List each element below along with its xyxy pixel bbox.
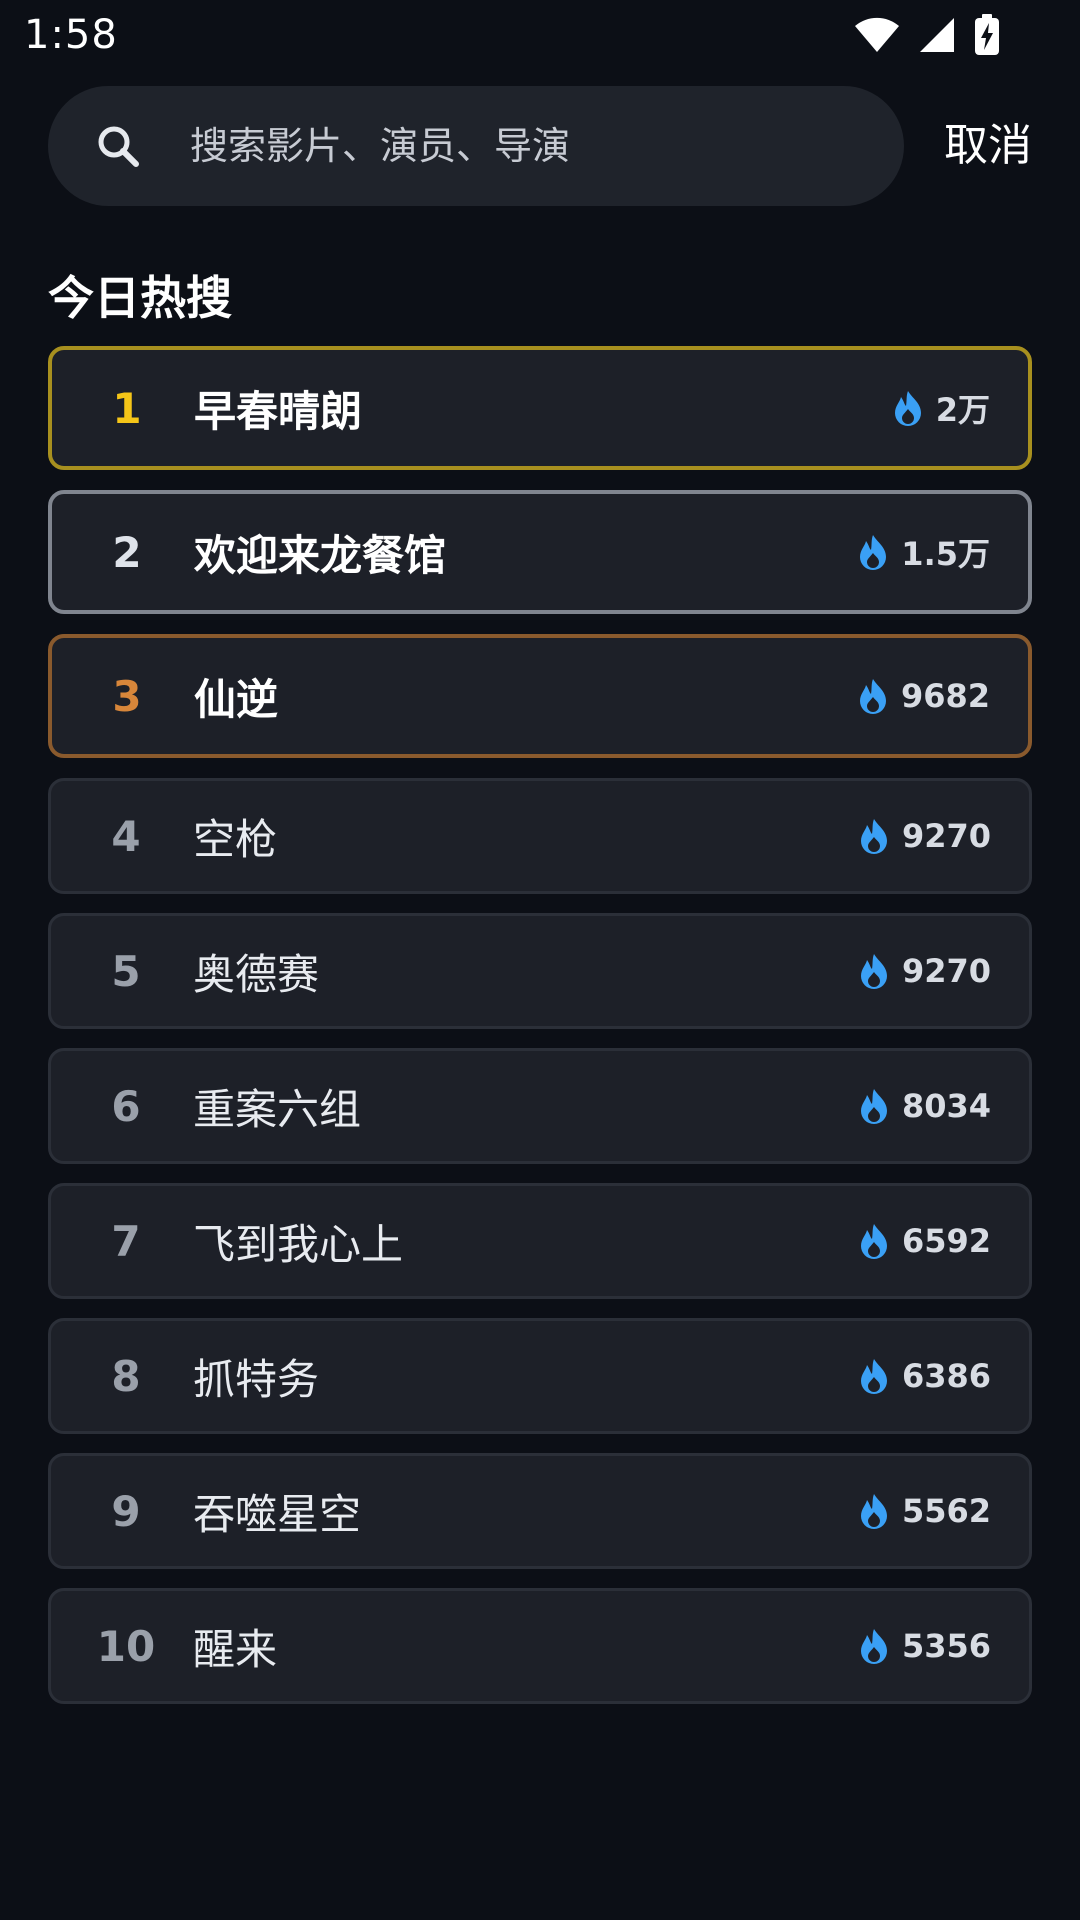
heat-value: 9682 bbox=[900, 677, 990, 715]
rank-number: 7 bbox=[111, 1216, 141, 1266]
rank-number: 3 bbox=[112, 671, 142, 721]
hot-item[interactable]: 2 欢迎来龙餐馆 1.5万 bbox=[48, 490, 1032, 614]
rank-number: 8 bbox=[111, 1351, 141, 1401]
search-box[interactable] bbox=[48, 86, 904, 206]
hot-item[interactable]: 5 奥德赛 9270 bbox=[48, 913, 1032, 1029]
item-title: 吞噬星空 bbox=[193, 1489, 362, 1539]
flame-icon bbox=[860, 1224, 887, 1259]
flame-icon bbox=[860, 819, 887, 854]
heat-value: 9270 bbox=[901, 817, 991, 855]
rank-number: 2 bbox=[112, 527, 142, 577]
rank-number: 5 bbox=[111, 946, 141, 996]
heat-count: 2万 bbox=[892, 385, 990, 431]
item-title: 醒来 bbox=[193, 1624, 278, 1674]
heat-count: 9682 bbox=[857, 677, 990, 715]
flame-icon bbox=[860, 1359, 887, 1394]
heat-count: 9270 bbox=[858, 952, 991, 990]
flame-icon bbox=[860, 1629, 887, 1664]
heat-count: 6592 bbox=[858, 1222, 991, 1260]
item-title: 欢迎来龙餐馆 bbox=[194, 530, 447, 580]
heat-value: 6592 bbox=[901, 1222, 991, 1260]
status-icons bbox=[854, 14, 1000, 56]
rank-number: 4 bbox=[111, 811, 141, 861]
item-title: 飞到我心上 bbox=[193, 1219, 404, 1269]
item-title: 早春晴朗 bbox=[194, 386, 363, 436]
status-time: 1:58 bbox=[24, 12, 118, 58]
hot-item[interactable]: 1 早春晴朗 2万 bbox=[48, 346, 1032, 470]
flame-icon bbox=[860, 1494, 887, 1529]
heat-count: 5356 bbox=[858, 1627, 991, 1665]
heat-value: 2万 bbox=[935, 391, 990, 429]
heat-value: 1.5万 bbox=[901, 535, 990, 573]
hot-item[interactable]: 4 空枪 9270 bbox=[48, 778, 1032, 894]
cancel-button[interactable]: 取消 bbox=[944, 86, 1032, 206]
heat-value: 5356 bbox=[901, 1627, 991, 1665]
item-title: 仙逆 bbox=[194, 674, 279, 724]
item-title: 重案六组 bbox=[193, 1084, 362, 1134]
heat-count: 1.5万 bbox=[857, 529, 990, 575]
hot-item[interactable]: 10 醒来 5356 bbox=[48, 1588, 1032, 1704]
hot-item[interactable]: 6 重案六组 8034 bbox=[48, 1048, 1032, 1164]
hot-item[interactable]: 9 吞噬星空 5562 bbox=[48, 1453, 1032, 1569]
heat-count: 5562 bbox=[858, 1492, 991, 1530]
hot-item[interactable]: 3 仙逆 9682 bbox=[48, 634, 1032, 758]
section-title: 今日热搜 bbox=[48, 271, 232, 325]
search-row: 取消 bbox=[48, 86, 1032, 206]
search-icon bbox=[96, 124, 140, 168]
heat-count: 6386 bbox=[858, 1357, 991, 1395]
rank-number: 6 bbox=[111, 1081, 141, 1131]
heat-value: 9270 bbox=[901, 952, 991, 990]
rank-number: 10 bbox=[96, 1621, 156, 1671]
heat-count: 9270 bbox=[858, 817, 991, 855]
hot-item[interactable]: 8 抓特务 6386 bbox=[48, 1318, 1032, 1434]
item-title: 空枪 bbox=[193, 814, 278, 864]
hot-search-list: 1 早春晴朗 2万 2 欢迎来龙餐馆 1.5万 3 仙逆 9682 4 空枪 9… bbox=[48, 346, 1032, 1723]
flame-icon bbox=[860, 535, 887, 570]
heat-value: 8034 bbox=[901, 1087, 991, 1125]
flame-icon bbox=[859, 679, 886, 714]
search-input[interactable] bbox=[190, 86, 870, 206]
heat-value: 5562 bbox=[901, 1492, 991, 1530]
wifi-icon bbox=[854, 16, 900, 54]
rank-number: 9 bbox=[111, 1486, 141, 1536]
flame-icon bbox=[860, 954, 887, 989]
item-title: 抓特务 bbox=[193, 1354, 320, 1404]
heat-count: 8034 bbox=[858, 1087, 991, 1125]
screen: 1:58 搜索影片、演员、导演 取消 今日热搜 1 早春晴朗 2万 2 欢迎来龙… bbox=[0, 0, 1080, 1920]
hot-item[interactable]: 7 飞到我心上 6592 bbox=[48, 1183, 1032, 1299]
item-title: 奥德赛 bbox=[193, 949, 320, 999]
flame-icon bbox=[860, 1089, 887, 1124]
heat-value: 6386 bbox=[901, 1357, 991, 1395]
flame-icon bbox=[894, 391, 921, 426]
cell-signal-icon bbox=[918, 16, 956, 54]
battery-charging-icon bbox=[974, 14, 1000, 56]
status-bar: 1:58 bbox=[0, 0, 1080, 72]
rank-number: 1 bbox=[112, 383, 142, 433]
